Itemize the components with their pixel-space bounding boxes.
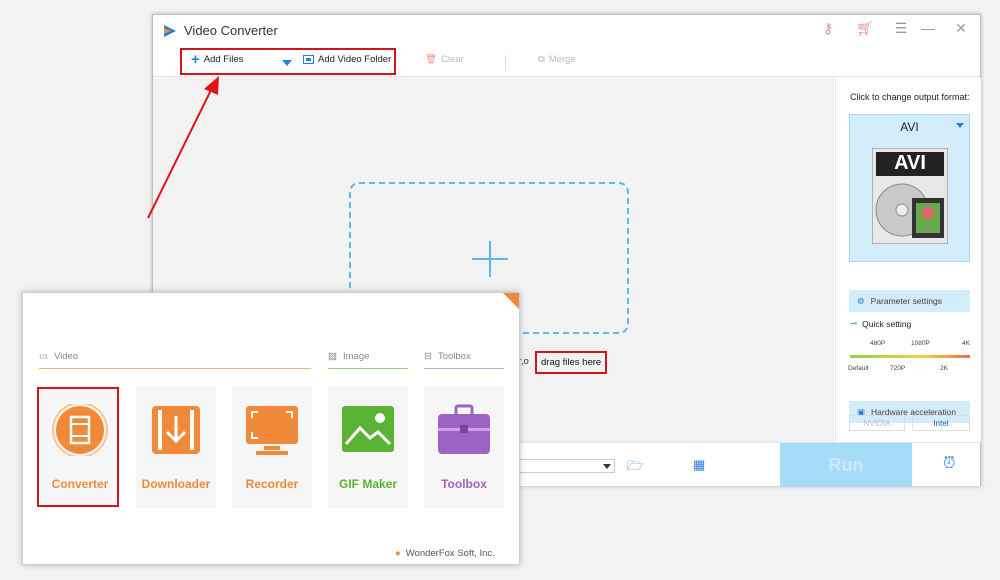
clear-label: Clear [441,54,464,65]
quality-tick-default: Default [848,365,869,372]
toolbar-highlight-box [180,48,396,75]
open-folder-icon[interactable]: 🗁︎ [627,457,643,479]
merge-icon: ⧉ [538,54,545,65]
category-toolbox-label: Toolbox [437,351,471,362]
sliders-icon: ⚙ [857,295,865,306]
close-icon[interactable]: ✕ [951,20,971,37]
image-icon: ▨ [328,351,337,362]
add-plus-icon-stroke [489,241,491,277]
film-icon: ▭ [39,351,48,362]
dropdown-arrow-icon [603,464,611,469]
toolbox-label: Toolbox [441,477,487,491]
menu-icon[interactable]: ☰ [891,20,911,37]
format-dropdown-icon [956,123,964,128]
category-video: ▭ Video [39,351,78,362]
quick-setting: ⊸ Quick setting [850,318,911,329]
recorder-label: Recorder [245,477,299,491]
merge-label: Merge [548,54,576,65]
category-toolbox: ⊟ Toolbox [424,351,471,362]
clear-button[interactable]: 🗑︎ Clear [425,54,464,65]
gif-maker-icon [342,406,394,452]
nvidia-label: NVIDIA [863,418,891,428]
downloader-tile[interactable]: Downloader [136,386,216,508]
brand-footer: ● WonderFox Soft, Inc. [395,548,495,559]
toolbar-separator [505,55,506,71]
slider-icon: ⊸ [850,318,858,328]
trash-icon: 🗑︎ [425,54,438,65]
quick-setting-label: Quick setting [862,318,912,329]
converter-highlight-box [37,387,119,507]
downloader-icon [152,406,200,454]
avi-logo-text: AVI [894,152,926,174]
run-button[interactable]: Run [780,443,912,487]
nvidia-toggle[interactable]: NVIDIA [849,415,905,431]
change-format-label: Click to change output format: [850,92,970,102]
intel-toggle[interactable]: Intel [912,415,970,431]
toolbox-divider [424,368,504,369]
pointer-arrow [147,76,219,219]
category-image: ▨ Image [328,351,369,362]
merge-button[interactable]: ⧉ Merge [538,54,576,65]
window-title: Video Converter [184,23,278,38]
cart-icon[interactable]: 🛒︎ [855,20,875,37]
quality-tick-720p: 720P [890,365,906,372]
video-divider [39,368,311,369]
drag-files-hint: drag files here [535,351,608,374]
quality-tick-2k: 2K [940,365,948,372]
category-video-label: Video [53,351,79,362]
alarm-clock-icon[interactable]: ⏰︎ [943,455,955,473]
recorder-icon [246,406,298,455]
output-folder-select[interactable] [515,459,615,473]
gif-maker-tile[interactable]: GIF Maker [328,386,408,508]
wonderfox-logo-icon: ● [395,548,401,559]
parameter-settings-label: Parameter settings [870,296,942,306]
output-format-panel: Click to change output format: AVI AVI ⚙… [835,78,981,442]
parameter-settings-button[interactable]: ⚙ Parameter settings [849,290,970,312]
minimize-icon[interactable]: — [918,20,938,36]
format-name: AVI [900,120,919,134]
video-output-icon[interactable]: ▦ [693,457,705,473]
output-format-selector[interactable]: AVI AVI [849,114,970,262]
toolbox-icon [438,404,490,454]
quality-tick-480p: 480P [870,340,886,347]
gif-maker-label: GIF Maker [338,477,398,491]
title-bar: Video Converter ⚷ 🛒︎ ☰ — ✕ [153,15,980,47]
toolbox-tile[interactable]: Toolbox [424,386,504,508]
app-logo-icon [164,25,176,37]
quality-tick-1080p: 1080P [911,340,930,347]
category-image-label: Image [342,351,370,362]
corner-ribbon [503,293,519,309]
toolbox-small-icon: ⊟ [424,351,432,362]
intel-label: Intel [933,418,949,428]
key-icon[interactable]: ⚷ [818,20,838,37]
image-divider [328,368,408,369]
recorder-tile[interactable]: Recorder [232,386,312,508]
quality-tick-4k: 4K [962,340,970,347]
brand-label: WonderFox Soft, Inc. [405,548,495,559]
downloader-label: Downloader [141,477,211,491]
quality-slider[interactable] [850,355,970,358]
